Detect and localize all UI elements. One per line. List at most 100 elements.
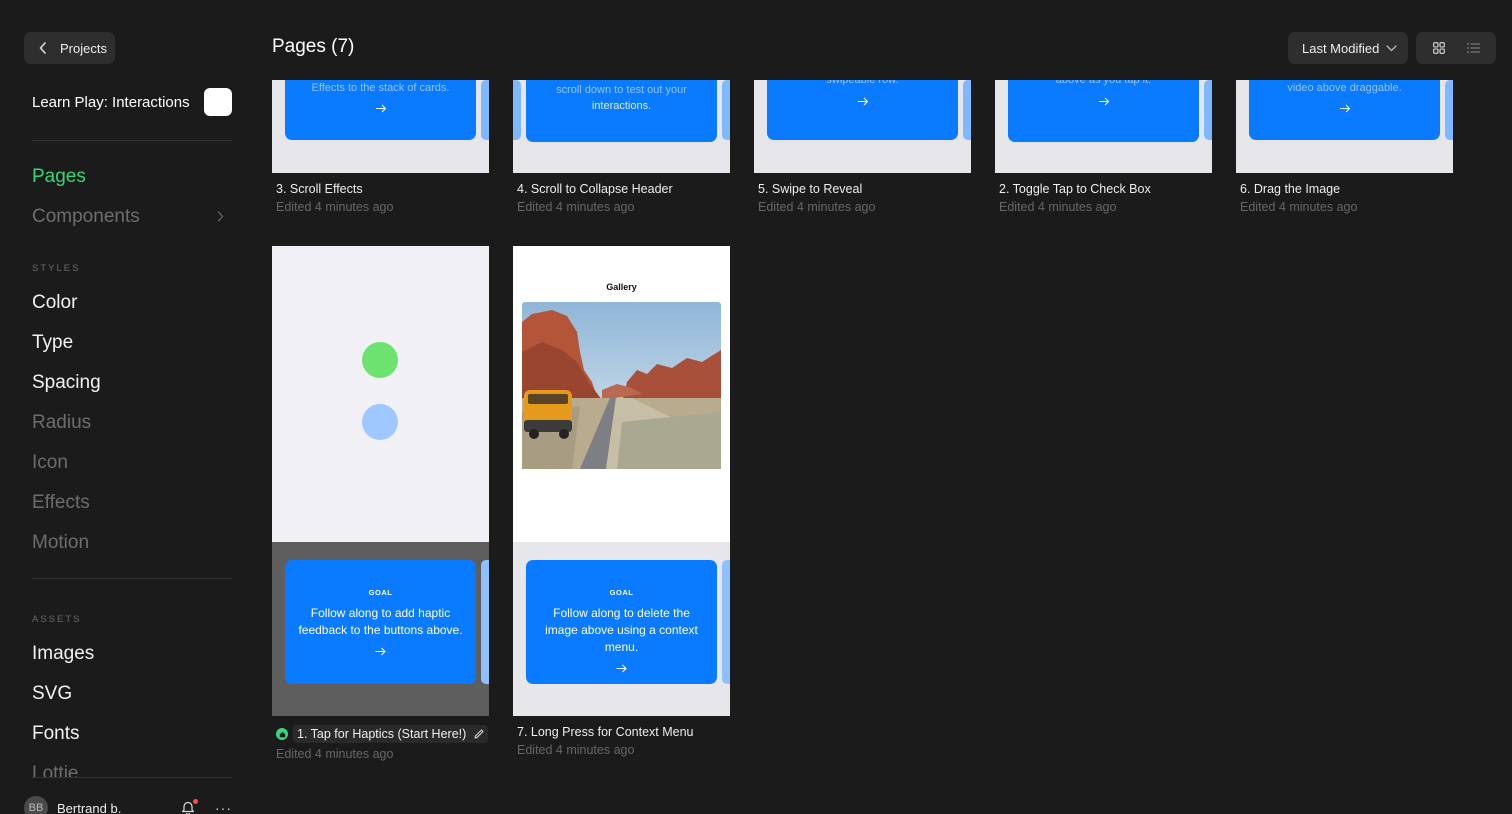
page-thumbnail[interactable]: above as you tap it. (995, 80, 1212, 173)
arrow-right-icon (1339, 104, 1350, 113)
page-thumbnail[interactable]: Gallery GOAL Follow along to delete the … (513, 246, 730, 716)
style-link-icon[interactable]: Icon (32, 452, 68, 474)
thumbnail-text: swipeable row. (826, 80, 899, 86)
asset-link-images[interactable]: Images (32, 643, 94, 665)
green-circle-button (362, 342, 398, 378)
page-edited-label: Edited 4 minutes ago (999, 200, 1117, 214)
page-card-6[interactable]: video above draggable. 6. Drag the Image… (1236, 80, 1453, 214)
page-card-3[interactable]: Effects to the stack of cards. 3. Scroll… (272, 80, 489, 214)
goal-card: GOAL Follow along to delete the image ab… (526, 560, 717, 684)
style-link-spacing[interactable]: Spacing (32, 372, 101, 394)
goal-card-preview: scroll down to test out your interaction… (526, 80, 717, 142)
page-card-1[interactable]: GOAL Follow along to add haptic feedback… (272, 246, 489, 761)
thumbnail-text: above as you tap it. (1055, 80, 1152, 86)
page-thumbnail[interactable]: video above draggable. (1236, 80, 1453, 173)
bell-icon[interactable] (181, 799, 198, 814)
goal-card: GOAL Follow along to add haptic feedback… (285, 560, 476, 684)
style-link-effects[interactable]: Effects (32, 492, 90, 514)
user-row: BB Bertrand b. ··· (24, 794, 232, 814)
page-title-label[interactable]: 7. Long Press for Context Menu (513, 725, 730, 739)
page-title-label[interactable]: 4. Scroll to Collapse Header (513, 182, 730, 196)
next-card-peek (963, 80, 971, 140)
back-button-label: Projects (60, 40, 107, 56)
chevron-down-icon (1386, 44, 1397, 51)
nav-components-label: Components (32, 206, 140, 227)
next-card-peek (481, 80, 489, 140)
goal-text: Follow along to delete the image above u… (545, 606, 698, 654)
divider (32, 578, 232, 579)
goal-label: GOAL (609, 588, 634, 597)
next-card-peek (1204, 80, 1212, 140)
blue-circle-button (362, 404, 398, 440)
next-card-peek (722, 80, 730, 140)
page-card-4[interactable]: scroll down to test out your interaction… (513, 80, 730, 214)
project-name: Learn Play: Interactions (32, 93, 190, 111)
chevron-right-icon (217, 206, 224, 228)
page-edited-label: Edited 4 minutes ago (1240, 200, 1358, 214)
page-edited-label: Edited 4 minutes ago (758, 200, 876, 214)
page-title-label[interactable]: 3. Scroll Effects (272, 182, 489, 196)
pages-grid: Effects to the stack of cards. 3. Scroll… (256, 80, 1512, 814)
grid-view-button[interactable] (1425, 36, 1453, 60)
page-title-input[interactable]: 1. Tap for Haptics (Start Here!) (293, 725, 489, 743)
style-link-motion[interactable]: Motion (32, 532, 89, 554)
sort-dropdown[interactable]: Last Modified (1288, 32, 1408, 64)
project-icon[interactable] (204, 88, 232, 116)
arrow-right-icon (857, 97, 868, 106)
nav-components[interactable]: Components (32, 206, 224, 228)
list-view-button[interactable] (1459, 36, 1487, 60)
goal-card-preview: video above draggable. (1249, 80, 1440, 140)
next-card-peek (1445, 80, 1453, 140)
gallery-title: Gallery (606, 282, 637, 292)
thumbnail-text: Effects to the stack of cards. (311, 82, 450, 94)
notification-dot (193, 799, 198, 804)
asset-link-lottie[interactable]: Lottie (32, 763, 78, 777)
project-header: Learn Play: Interactions (32, 86, 232, 118)
page-card-7[interactable]: Gallery GOAL Follow along to delete the … (513, 246, 730, 757)
page-thumbnail[interactable]: Effects to the stack of cards. (272, 80, 489, 173)
goal-card-preview: above as you tap it. (1008, 80, 1199, 142)
view-toggle (1416, 32, 1496, 64)
page-title: Pages (7) (272, 36, 355, 57)
user-name[interactable]: Bertrand b. (57, 801, 181, 814)
page-card-2[interactable]: above as you tap it. 2. Toggle Tap to Ch… (995, 80, 1212, 214)
next-card-peek (722, 560, 730, 684)
asset-link-svg[interactable]: SVG (32, 683, 72, 705)
avatar[interactable]: BB (24, 796, 48, 814)
arrow-right-icon (375, 104, 386, 113)
arrow-right-icon (616, 664, 627, 673)
page-title-label[interactable]: 5. Swipe to Reveal (754, 182, 971, 196)
divider (32, 777, 232, 778)
page-edited-label: Edited 4 minutes ago (517, 200, 635, 214)
gallery-image (522, 302, 721, 469)
page-thumbnail[interactable]: GOAL Follow along to add haptic feedback… (272, 246, 489, 716)
pencil-icon[interactable] (474, 729, 484, 739)
goal-card-preview: Effects to the stack of cards. (285, 80, 476, 140)
page-thumbnail[interactable]: scroll down to test out your interaction… (513, 80, 730, 173)
page-title-label[interactable]: 2. Toggle Tap to Check Box (995, 182, 1212, 196)
page-title-label[interactable]: 6. Drag the Image (1236, 182, 1453, 196)
home-page-icon (276, 728, 288, 740)
divider (32, 140, 232, 141)
goal-label: GOAL (368, 588, 393, 597)
assets-section-label: ASSETS (32, 614, 82, 625)
goal-text: Follow along to add haptic feedback to t… (298, 606, 463, 637)
page-thumbnail[interactable]: swipeable row. (754, 80, 971, 173)
page-edited-label: Edited 4 minutes ago (276, 747, 394, 761)
next-card-peek (481, 560, 489, 684)
arrow-right-icon (1098, 97, 1109, 106)
chevron-left-icon (36, 41, 50, 55)
arrow-right-icon (375, 647, 386, 656)
back-to-projects-button[interactable]: Projects (24, 32, 115, 64)
page-edited-label: Edited 4 minutes ago (276, 200, 394, 214)
thumbnail-text: scroll down to test out your interaction… (556, 84, 687, 112)
asset-link-fonts[interactable]: Fonts (32, 723, 80, 745)
style-link-type[interactable]: Type (32, 332, 73, 354)
grid-icon (1433, 42, 1445, 54)
nav-pages[interactable]: Pages (32, 166, 86, 188)
style-link-radius[interactable]: Radius (32, 412, 91, 434)
more-options-icon[interactable]: ··· (215, 800, 232, 814)
prev-card-peek (513, 80, 521, 140)
style-link-color[interactable]: Color (32, 292, 77, 314)
page-card-5[interactable]: swipeable row. 5. Swipe to Reveal Edited… (754, 80, 971, 214)
